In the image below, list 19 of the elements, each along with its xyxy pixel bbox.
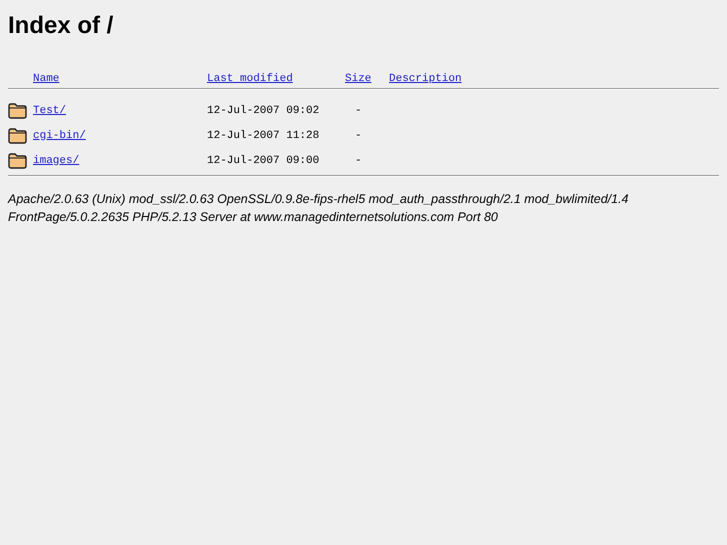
column-header-link[interactable]: Name [33,72,60,84]
file-size: - [354,154,363,168]
column-header-link[interactable]: Last modified [207,72,293,84]
page-title: Index of / [8,12,114,40]
server-info: FrontPage/5.0.2.2635 PHP/5.2.13 Server at www.managedinternetsolutions.com Port 80 [8,209,499,226]
file-size: - [354,104,363,118]
modified-date: 12-Jul-2007 09:00 [207,154,320,168]
server-info: Apache/2.0.63 (Unix) mod_ssl/2.0.63 OpenSSL/0.9.8e-fips-rhel5 mod_auth_passthrough/2.1 mod_bwlimited/1.4 [8,191,630,208]
modified-date: 12-Jul-2007 11:28 [207,128,320,144]
file-size: - [354,128,363,144]
folder-link[interactable]: cgi-bin/ [33,130,86,142]
folder-icon [8,152,27,168]
folder-link[interactable]: Test/ [33,104,66,116]
folder-link[interactable]: images/ [33,154,80,166]
folder-icon [8,102,27,118]
modified-date: 12-Jul-2007 09:02 [207,104,320,118]
column-header-link[interactable]: Description [389,72,462,84]
folder-icon [8,128,27,144]
column-header-link[interactable]: Size [345,72,372,84]
